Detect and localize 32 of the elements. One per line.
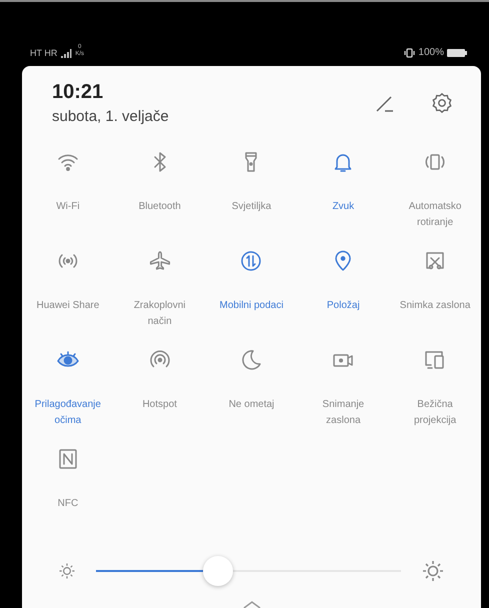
battery-percent: 100% <box>418 47 444 58</box>
quick-setting-tile[interactable]: Bluetooth <box>114 150 206 249</box>
chevron-up-icon[interactable] <box>242 600 262 608</box>
battery-icon <box>447 48 467 56</box>
quick-setting-tile[interactable]: Svjetiljka <box>206 150 298 249</box>
quick-setting-tile[interactable]: Zrakoplovni način <box>114 249 206 348</box>
bright-sun-icon <box>421 559 445 583</box>
date-text: subota, 1. veljače <box>52 108 169 125</box>
airplane-icon <box>148 249 172 273</box>
slider-thumb[interactable] <box>203 556 233 586</box>
quick-setting-tile[interactable]: Snimanje zaslona <box>297 348 390 447</box>
settings-icon[interactable] <box>431 92 453 114</box>
clock-time: 10:21 <box>52 81 104 104</box>
quick-setting-tile[interactable]: Položaj <box>297 249 390 348</box>
quick-setting-tile[interactable]: Snimka zaslona <box>389 249 481 348</box>
signal-icon <box>60 48 72 58</box>
quick-setting-tile[interactable]: Automatsko rotiranje <box>389 150 481 249</box>
quick-setting-tile[interactable]: Ne ometaj <box>206 348 298 447</box>
moon-icon <box>239 348 264 372</box>
quick-setting-tile[interactable]: Mobilni podaci <box>206 249 298 348</box>
brightness-slider[interactable] <box>96 556 401 586</box>
carrier-text: HT HR <box>30 48 58 58</box>
quick-setting-tile[interactable]: NFC <box>22 447 114 546</box>
dim-sun-icon <box>58 562 76 580</box>
quick-setting-tile[interactable]: Wi-Fi <box>22 150 114 249</box>
vibrate-icon <box>404 48 416 58</box>
data-arrows-icon <box>239 249 264 273</box>
quick-setting-tile[interactable]: Huawei Share <box>22 249 114 348</box>
quick-setting-tile[interactable]: Prilagođavanje očima <box>22 348 114 447</box>
quick-setting-tile[interactable]: Zvuk <box>297 150 390 249</box>
quick-setting-tile[interactable]: Bežična projekcija <box>389 348 481 447</box>
quick-setting-tile[interactable]: Hotspot <box>114 348 206 447</box>
